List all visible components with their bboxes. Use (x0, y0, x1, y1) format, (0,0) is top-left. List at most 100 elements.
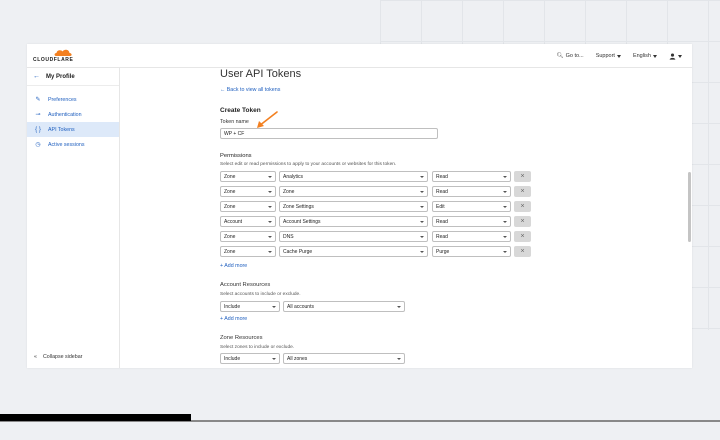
select-value: Zone (224, 173, 236, 180)
select-value: Zone Settings (283, 203, 314, 210)
select-value: Read (436, 233, 448, 240)
sidebar-item-active-sessions[interactable]: ◷ Active sessions (27, 137, 119, 152)
zone-include-select[interactable]: Include (220, 353, 280, 364)
select-value: DNS (283, 233, 294, 240)
chevron-down-icon (503, 176, 507, 178)
select-value: Zone (224, 203, 236, 210)
select-value: Include (224, 303, 241, 310)
permission-resource-select[interactable]: Zone (279, 186, 428, 197)
permission-scope-select[interactable]: Zone (220, 201, 276, 212)
select-value: Zone (224, 248, 236, 255)
chevron-down-icon (503, 221, 507, 223)
support-menu[interactable]: Support (596, 53, 621, 59)
remove-permission-button[interactable]: × (514, 246, 531, 257)
remove-permission-button[interactable]: × (514, 201, 531, 212)
remove-permission-button[interactable]: × (514, 216, 531, 227)
permission-resource-select[interactable]: Cache Purge (279, 246, 428, 257)
zone-resources-help: Select zones to include or exclude. (220, 345, 295, 350)
cloud-icon (54, 49, 72, 56)
zone-resources-title: Zone Resources (220, 335, 263, 341)
select-value: Zone (283, 188, 295, 195)
chevron-down-icon (420, 251, 424, 253)
chevron-down-icon (503, 191, 507, 193)
user-menu[interactable] (669, 53, 682, 60)
scrollbar-thumb[interactable] (688, 172, 691, 242)
permission-resource-select[interactable]: Zone Settings (279, 201, 428, 212)
sidebar-item-label: Authentication (48, 111, 82, 118)
add-account-resource-link[interactable]: + Add more (220, 316, 247, 322)
permission-access-select[interactable]: Purge (432, 246, 511, 257)
zone-value-select[interactable]: All zones (283, 353, 405, 364)
permission-scope-select[interactable]: Zone (220, 186, 276, 197)
language-menu[interactable]: English (633, 53, 657, 59)
account-include-select[interactable]: Include (220, 301, 280, 312)
pencil-icon: ✎ (35, 97, 41, 103)
collapse-sidebar-label: Collapse sidebar (42, 354, 83, 360)
remove-permission-button[interactable]: × (514, 171, 531, 182)
video-progress-fill (0, 414, 191, 421)
account-resources-title: Account Resources (220, 282, 271, 288)
select-value: Include (224, 355, 241, 362)
sidebar-item-authentication[interactable]: ⊸ Authentication (27, 107, 119, 122)
select-value: Purge (436, 248, 450, 255)
back-arrow-icon: ← (33, 73, 40, 80)
sidebar-item-label: API Tokens (48, 126, 75, 133)
account-resources-help: Select accounts to include or exclude. (220, 292, 301, 297)
chevron-down-icon (678, 54, 682, 58)
chevron-down-icon (420, 206, 424, 208)
select-value: Read (436, 173, 448, 180)
back-to-tokens-link[interactable]: ← Back to view all tokens (220, 87, 280, 93)
permission-resource-select[interactable]: Account Settings (279, 216, 428, 227)
close-icon: × (520, 248, 525, 255)
chevron-down-icon (420, 221, 424, 223)
select-value: Zone (224, 188, 236, 195)
add-permission-link[interactable]: + Add more (220, 263, 247, 269)
sidebar-item-preferences[interactable]: ✎ Preferences (27, 92, 119, 107)
select-value: All accounts (287, 303, 314, 310)
token-name-label: Token name (220, 119, 249, 125)
select-value: Cache Purge (283, 248, 313, 255)
chevron-down-icon (503, 251, 507, 253)
annotation-arrow-icon (257, 111, 278, 128)
double-chevron-left-icon: « (34, 354, 37, 360)
user-icon (669, 53, 676, 60)
permission-scope-select[interactable]: Account (220, 216, 276, 227)
permission-access-select[interactable]: Read (432, 186, 511, 197)
cloudflare-logo[interactable]: CLOUDFLARE (33, 48, 73, 64)
chevron-down-icon (272, 358, 276, 360)
chevron-down-icon (503, 236, 507, 238)
chevron-down-icon (503, 206, 507, 208)
token-name-input[interactable]: WP + CF (220, 128, 438, 139)
sidebar: ← My Profile ✎ Preferences ⊸ Authenticat… (27, 68, 120, 368)
permission-resource-select[interactable]: DNS (279, 231, 428, 242)
chevron-down-icon (653, 54, 657, 58)
sidebar-item-api-tokens[interactable]: { } API Tokens (27, 122, 119, 137)
remove-permission-button[interactable]: × (514, 231, 531, 242)
collapse-sidebar-button[interactable]: « Collapse sidebar (34, 354, 82, 360)
top-nav: CLOUDFLARE 🔍︎ Go to... Support English (27, 44, 692, 68)
chevron-down-icon (268, 206, 272, 208)
chevron-down-icon (397, 358, 401, 360)
account-value-select[interactable]: All accounts (283, 301, 405, 312)
goto-button[interactable]: 🔍︎ Go to... (557, 53, 584, 59)
close-icon: × (520, 203, 525, 210)
permission-scope-select[interactable]: Zone (220, 246, 276, 257)
permission-access-select[interactable]: Edit (432, 201, 511, 212)
chevron-down-icon (268, 191, 272, 193)
remove-permission-button[interactable]: × (514, 186, 531, 197)
chevron-down-icon (397, 306, 401, 308)
permission-scope-select[interactable]: Zone (220, 171, 276, 182)
nav-right: 🔍︎ Go to... Support English (557, 44, 682, 68)
select-value: Account Settings (283, 218, 321, 225)
permission-resource-select[interactable]: Analytics (279, 171, 428, 182)
permission-access-select[interactable]: Read (432, 216, 511, 227)
close-icon: × (520, 233, 525, 240)
permission-access-select[interactable]: Read (432, 171, 511, 182)
close-icon: × (520, 218, 525, 225)
permission-scope-select[interactable]: Zone (220, 231, 276, 242)
sidebar-header[interactable]: ← My Profile (27, 68, 119, 86)
sidebar-title: My Profile (46, 73, 75, 80)
chevron-down-icon (420, 191, 424, 193)
chevron-down-icon (616, 54, 621, 58)
permission-access-select[interactable]: Read (432, 231, 511, 242)
